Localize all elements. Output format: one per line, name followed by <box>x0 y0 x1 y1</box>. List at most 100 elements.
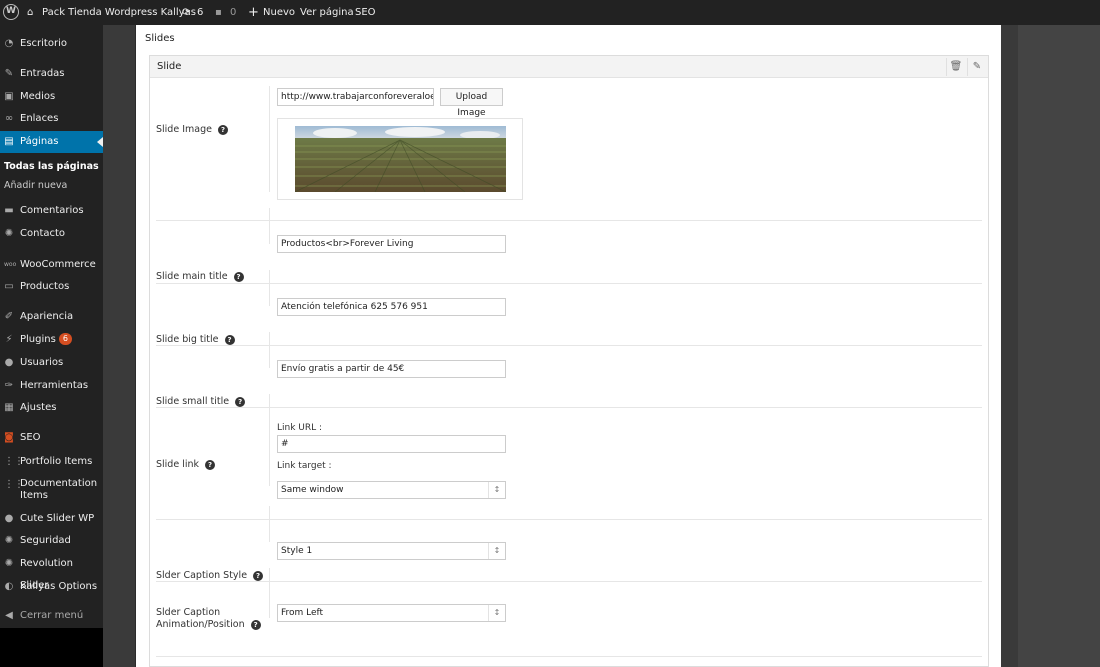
sidebar-item-comentarios[interactable]: ▬ Comentarios <box>0 200 103 222</box>
trash-icon[interactable]: 🗑 <box>946 58 965 76</box>
comments-icon[interactable]: ▪ <box>215 0 222 25</box>
collapse-menu-button[interactable]: ◀ Cerrar menú <box>0 605 103 627</box>
upload-image-button[interactable]: Upload Image <box>440 88 503 118</box>
divider <box>156 407 982 408</box>
slide-small-title-input[interactable]: Envío gratis a partir de 45€ <box>277 360 506 378</box>
help-icon[interactable]: ? <box>250 620 261 630</box>
link-target-label: Link target : <box>277 461 332 471</box>
sidebar-item-medios[interactable]: ▣ Medios <box>0 86 103 108</box>
edit-icon[interactable]: ✎ <box>967 58 986 76</box>
admin-sidebar: ◔ Escritorio ✎ Entradas ▣ Medios ∞ Enlaces ▤… <box>0 25 103 628</box>
link-icon: ∞ <box>4 113 14 124</box>
caption-style-select[interactable]: Style 1 <box>277 542 506 560</box>
link-url-input[interactable]: # <box>277 435 506 453</box>
slide-image-label: Slide Image? <box>156 124 228 136</box>
slide-header-label: Slide <box>157 61 182 72</box>
help-icon[interactable]: ? <box>217 125 228 135</box>
slide-image-preview <box>277 118 523 200</box>
sidebar-item-escritorio[interactable]: ◔ Escritorio <box>0 33 103 55</box>
divider <box>269 208 270 244</box>
help-icon[interactable]: ? <box>224 335 235 345</box>
caption-style-value: Style 1 <box>281 546 313 556</box>
slide-big-title-text: Slide big title <box>156 334 219 345</box>
slide-big-title-input[interactable]: Atención telefónica 625 576 951 <box>277 298 506 316</box>
submenu-add-new[interactable]: Añadir nueva <box>4 180 67 191</box>
slide-main-title-input[interactable]: Productos<br>Forever Living <box>277 235 506 253</box>
sidebar-item-portfolio[interactable]: ⋮⋮ Portfolio Items <box>0 451 103 473</box>
admin-bar: W ⌂ Pack Tienda Wordpress Kallyas ⟳ 6 ▪ … <box>0 0 1100 25</box>
sidebar-item-seo[interactable]: ◙ SEO <box>0 427 103 449</box>
divider <box>156 656 982 657</box>
divider <box>156 220 982 221</box>
slides-panel: Slides Slide 🗑 ✎ Slide Image? http://www… <box>136 25 1001 667</box>
documentation-label-2: Items <box>20 490 48 501</box>
sidebar-item-kallyas-options[interactable]: ◐ Kallyas Options <box>0 576 103 598</box>
seo-icon: ◙ <box>4 432 14 443</box>
sidebar-item-apariencia[interactable]: ✐ Apariencia <box>0 306 103 328</box>
help-icon[interactable]: ? <box>205 460 216 470</box>
slide-header: Slide 🗑 ✎ <box>150 56 988 78</box>
divider <box>269 86 270 192</box>
slide-small-title-text: Slide small title <box>156 396 230 407</box>
site-name-link[interactable]: Pack Tienda Wordpress Kallyas <box>42 0 196 25</box>
caption-style-text: Slder Caption Style <box>156 570 248 581</box>
sidebar-item-contacto[interactable]: ✺ Contacto <box>0 223 103 245</box>
caption-animation-text-1: Slder Caption <box>156 607 221 618</box>
updates-icon[interactable]: ⟳ <box>182 0 190 25</box>
updates-count[interactable]: 6 <box>197 0 203 25</box>
page-background-right <box>1018 25 1100 667</box>
slide-link-label: Slide link? <box>156 459 216 471</box>
help-icon[interactable]: ? <box>233 272 244 282</box>
sidebar-item-entradas[interactable]: ✎ Entradas <box>0 63 103 85</box>
submenu-all-pages[interactable]: Todas las páginas <box>4 161 99 172</box>
help-icon[interactable]: ? <box>253 571 264 581</box>
sidebar-item-ajustes[interactable]: ▦ Ajustes <box>0 397 103 419</box>
slider-icon: ● <box>4 513 14 524</box>
archive-icon: ▭ <box>4 281 14 292</box>
sidebar-item-plugins[interactable]: ⚡ Plugins 6 <box>0 329 103 351</box>
divider <box>269 568 270 618</box>
slide-image-label-text: Slide Image <box>156 124 212 135</box>
link-target-select[interactable]: Same window <box>277 481 506 499</box>
comments-count[interactable]: 0 <box>230 0 236 25</box>
woo-icon: woo <box>4 261 17 268</box>
content-gutter-left <box>103 25 135 667</box>
sidebar-item-herramientas[interactable]: ✑ Herramientas <box>0 375 103 397</box>
home-icon[interactable]: ⌂ <box>27 0 33 25</box>
sidebar-item-paginas[interactable]: ▤ Páginas <box>0 131 103 153</box>
sidebar-item-woocommerce[interactable]: woo WooCommerce <box>0 254 103 276</box>
divider <box>156 581 982 582</box>
settings-icon: ▦ <box>4 402 14 413</box>
divider <box>269 270 270 306</box>
divider <box>269 332 270 368</box>
wordpress-logo-icon[interactable]: W <box>3 4 19 20</box>
slide-image-url-input[interactable]: http://www.trabajarconforeveraloever <box>277 88 434 106</box>
sidebar-item-revolution-slider[interactable]: ✺ Revolution Slider <box>0 553 103 591</box>
divider <box>156 345 982 346</box>
grid-icon: ⋮⋮ <box>4 479 24 490</box>
link-url-label: Link URL : <box>277 423 323 433</box>
help-icon[interactable]: ? <box>235 397 246 407</box>
plus-icon[interactable]: + <box>248 0 259 25</box>
sidebar-item-usuarios[interactable]: ● Usuarios <box>0 352 103 374</box>
sidebar-item-cute-slider[interactable]: ● Cute Slider WP <box>0 508 103 530</box>
slides-title: Slides <box>145 33 175 44</box>
media-icon: ▣ <box>4 91 14 102</box>
sidebar-item-seguridad[interactable]: ✺ Seguridad <box>0 530 103 552</box>
seo-link[interactable]: SEO <box>355 0 376 25</box>
divider <box>269 506 270 542</box>
divider <box>156 519 982 520</box>
gear-icon: ✺ <box>4 535 14 546</box>
gear-icon: ✺ <box>4 228 14 239</box>
kallyas-icon: ◐ <box>4 581 14 592</box>
dashboard-icon: ◔ <box>4 38 14 49</box>
caption-animation-select[interactable]: From Left <box>277 604 506 622</box>
divider <box>156 283 982 284</box>
caption-animation-text-2: Animation/Position <box>156 619 245 630</box>
new-link[interactable]: Nuevo <box>263 0 295 25</box>
view-page-link[interactable]: Ver página <box>300 0 354 25</box>
sidebar-item-documentation[interactable]: ⋮⋮ Documentation Items <box>0 474 103 504</box>
sidebar-item-productos[interactable]: ▭ Productos <box>0 276 103 298</box>
sidebar-item-enlaces[interactable]: ∞ Enlaces <box>0 108 103 130</box>
pin-icon: ✎ <box>4 68 14 79</box>
